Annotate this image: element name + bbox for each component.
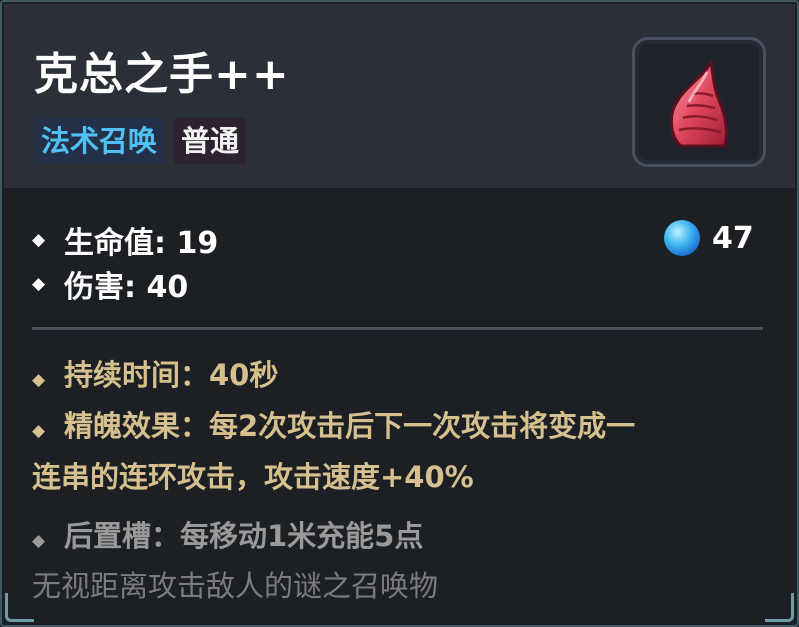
tag-spell-summon: 法术召唤 xyxy=(34,118,165,164)
rear-slot-text: 后置槽：每移动1米充能5点 xyxy=(64,519,424,553)
diamond-bullet-icon: ◆ xyxy=(32,370,46,390)
mana-cost-value: 47 xyxy=(712,220,754,256)
effect-duration-text: 持续时间：40秒 xyxy=(64,358,279,392)
diamond-bullet-icon: ◆ xyxy=(32,531,46,551)
stat-damage: ◆ 伤害: 40 xyxy=(32,262,218,306)
item-tooltip-card: 克总之手++ 法术召唤 普通 ◆ 生命值: 19 ◆ 伤害: 40 47 ◆ 持… xyxy=(0,0,799,627)
tag-rarity: 普通 xyxy=(174,118,247,164)
effect-elite: ◆ 精魄效果：每2次攻击后下一次攻击将变成一 xyxy=(32,403,772,454)
passive-section: ◆ 后置槽：每移动1米充能5点 无视距离攻击敌人的谜之召唤物 xyxy=(32,514,772,609)
diamond-bullet-icon: ◆ xyxy=(32,230,46,250)
section-divider xyxy=(32,327,763,330)
rear-slot-effect: ◆ 后置槽：每移动1米充能5点 xyxy=(32,514,772,563)
mana-cost: 47 xyxy=(664,220,754,256)
card-header: 克总之手++ 法术召唤 普通 xyxy=(4,4,795,188)
stat-damage-label: 伤害: 40 xyxy=(64,270,189,305)
effect-elite-continued: 连串的连环攻击，攻击速度+40% xyxy=(32,460,474,494)
effect-duration: ◆ 持续时间：40秒 xyxy=(32,352,772,403)
card-title: 克总之手++ xyxy=(34,49,290,100)
effects-section: ◆ 持续时间：40秒 ◆ 精魄效果：每2次攻击后下一次攻击将变成一 连串的连环攻击，… xyxy=(32,352,772,500)
stat-health-label: 生命值: 19 xyxy=(64,226,219,261)
diamond-bullet-icon: ◆ xyxy=(32,274,46,294)
flavor-text: 无视距离攻击敌人的谜之召唤物 xyxy=(32,569,439,603)
stats-list: ◆ 生命值: 19 ◆ 伤害: 40 xyxy=(32,218,218,306)
blue-mana-orb-icon xyxy=(664,220,700,256)
tag-list: 法术召唤 普通 xyxy=(34,118,247,164)
red-tentacle-claw-icon xyxy=(669,58,729,148)
effect-elite-text: 精魄效果：每2次攻击后下一次攻击将变成一 xyxy=(64,409,636,443)
diamond-bullet-icon: ◆ xyxy=(32,421,46,441)
frame-corner-bottom-left xyxy=(5,593,34,622)
item-icon-frame xyxy=(632,37,766,167)
stat-health: ◆ 生命值: 19 xyxy=(32,218,218,262)
